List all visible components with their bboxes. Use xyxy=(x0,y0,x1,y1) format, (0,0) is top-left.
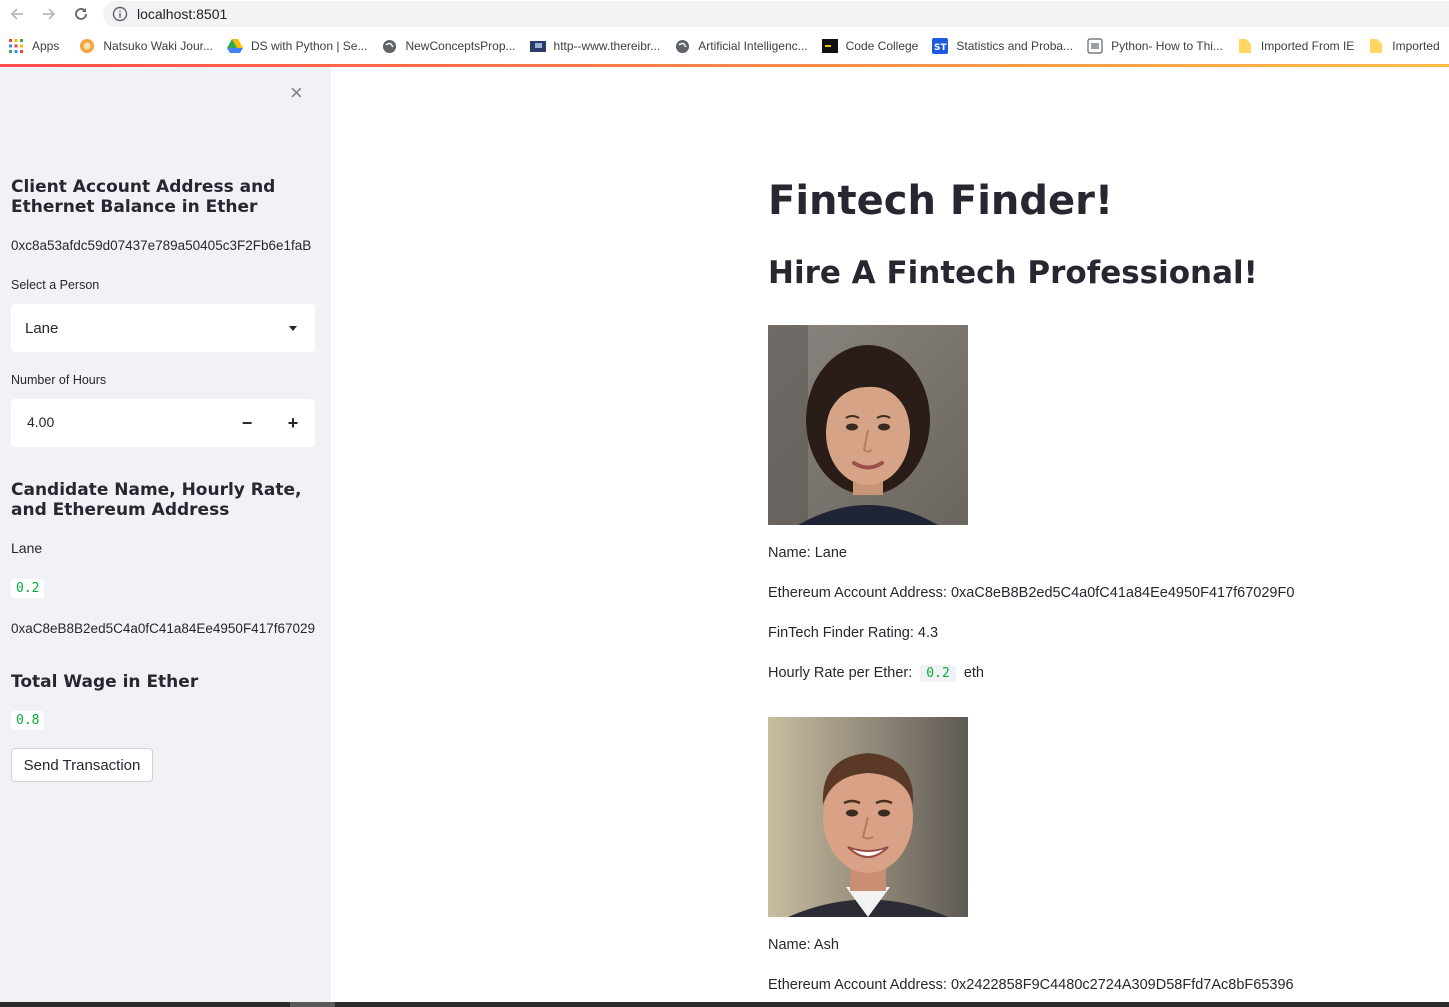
rate-prefix: Hourly Rate per Ether: xyxy=(768,665,913,681)
total-wage-heading: Total Wage in Ether xyxy=(11,672,199,692)
bookmark-label: Python- How to Thi... xyxy=(1111,39,1223,53)
bookmark-label: DS with Python | Se... xyxy=(250,39,368,53)
send-transaction-button[interactable]: Send Transaction xyxy=(11,748,153,782)
rate-suffix: eth xyxy=(963,665,984,681)
bookmark-statistics[interactable]: ST Statistics and Proba... xyxy=(932,38,1079,54)
bookmark-newconcepts[interactable]: NewConceptsProp... xyxy=(381,38,521,54)
increment-button[interactable]: + xyxy=(271,399,315,447)
client-account-heading: Client Account Address and Ethernet Bala… xyxy=(11,177,276,217)
bookmark-imported[interactable]: Imported xyxy=(1368,38,1445,54)
browser-toolbar: localhost:8501 xyxy=(0,0,1449,28)
bookmark-label: Apps xyxy=(32,39,60,53)
arrow-left-icon xyxy=(10,8,23,20)
globe-icon xyxy=(674,38,690,54)
page-subtitle: Hire A Fintech Professional! xyxy=(768,255,1258,291)
select-person-value: Lane xyxy=(25,319,59,337)
info-icon[interactable] xyxy=(112,6,128,22)
folder-icon xyxy=(1368,38,1384,54)
candidate-photo-lane xyxy=(768,325,968,525)
bookmark-imported-ie[interactable]: Imported From IE xyxy=(1237,38,1360,54)
bookmark-label: Code College xyxy=(845,39,919,53)
horizontal-scrollbar[interactable] xyxy=(0,1002,1449,1007)
code-college-icon xyxy=(821,38,838,54)
bookmark-label: Statistics and Proba... xyxy=(956,39,1074,53)
candidate-address: 0xaC8eB8B2ed5C4a0fC41a84Ee4950F417f67029 xyxy=(11,621,316,636)
page-title: Fintech Finder! xyxy=(768,178,1114,224)
bookmark-label: http--www.thereibr... xyxy=(553,39,661,53)
candidate-heading: Candidate Name, Hourly Rate, and Ethereu… xyxy=(11,480,302,520)
hours-label: Number of Hours xyxy=(11,373,107,387)
reload-icon xyxy=(75,8,87,20)
bookmark-ai[interactable]: Artificial Intelligenc... xyxy=(674,38,813,54)
svg-text:ST: ST xyxy=(934,43,947,53)
bookmark-label: Natsuko Waki Jour... xyxy=(103,39,213,53)
decrement-button[interactable]: − xyxy=(225,399,269,447)
bookmark-code-college[interactable]: Code College xyxy=(821,38,925,54)
st-icon: ST xyxy=(932,38,949,54)
candidate-photo-ash xyxy=(768,717,968,917)
forward-button[interactable] xyxy=(33,0,65,28)
candidate-name: Lane xyxy=(11,540,43,556)
candidate-rate-line: Hourly Rate per Ether: 0.2 eth xyxy=(768,665,984,682)
back-button[interactable] xyxy=(1,0,33,28)
bookmarks-bar: Apps Natsuko Waki Jour... DS with Python… xyxy=(0,28,1449,64)
hours-number-input[interactable]: 4.00 − + xyxy=(11,399,315,447)
rate-value: 0.2 xyxy=(920,665,956,682)
bookmark-natsuko[interactable]: Natsuko Waki Jour... xyxy=(79,38,219,54)
select-person-dropdown[interactable]: Lane xyxy=(11,304,315,352)
candidate-name-line: Name: Lane xyxy=(768,545,847,561)
reload-button[interactable] xyxy=(65,0,97,28)
folder-page-icon xyxy=(529,38,546,54)
candidate-rating-line: FinTech Finder Rating: 4.3 xyxy=(768,625,939,641)
url-text: localhost:8501 xyxy=(137,6,228,22)
globe-icon xyxy=(381,38,397,54)
close-sidebar-icon[interactable]: × xyxy=(290,82,303,104)
orange-circle-icon xyxy=(79,38,95,54)
bookmark-python-how[interactable]: Python- How to Thi... xyxy=(1087,38,1229,54)
candidate-address-line: Ethereum Account Address: 0xaC8eB8B2ed5C… xyxy=(768,585,1295,601)
apps-grid-icon xyxy=(8,38,24,54)
total-wage-value: 0.8 xyxy=(11,711,45,730)
candidate-address-line: Ethereum Account Address: 0x2422858F9C44… xyxy=(768,977,1294,993)
hours-value[interactable]: 4.00 xyxy=(27,414,54,430)
bookmark-apps[interactable]: Apps xyxy=(8,38,65,54)
google-drive-icon xyxy=(226,38,243,54)
bookmark-thereibr[interactable]: http--www.thereibr... xyxy=(529,38,667,54)
address-bar[interactable]: localhost:8501 xyxy=(103,1,1449,27)
candidate-rate: 0.2 xyxy=(11,579,45,598)
folder-icon xyxy=(1237,38,1253,54)
chevron-down-icon xyxy=(289,326,297,331)
client-address: 0xc8a53afdc59d07437e789a50405c3F2Fb6e1fa… xyxy=(11,238,312,253)
select-person-label: Select a Person xyxy=(11,278,100,292)
bookmark-ds-python[interactable]: DS with Python | Se... xyxy=(226,38,374,54)
candidate-name-line: Name: Ash xyxy=(768,937,839,953)
bookmark-label: Imported From IE xyxy=(1260,39,1355,53)
sidebar: × Client Account Address and Ethernet Ba… xyxy=(0,67,331,1002)
bookmark-label: Imported xyxy=(1392,39,1440,53)
arrow-right-icon xyxy=(43,8,56,20)
scrollbar-thumb[interactable] xyxy=(290,1002,335,1007)
page-icon xyxy=(1087,38,1103,54)
bookmark-label: NewConceptsProp... xyxy=(405,39,516,53)
bookmark-label: Artificial Intelligenc... xyxy=(698,39,808,53)
